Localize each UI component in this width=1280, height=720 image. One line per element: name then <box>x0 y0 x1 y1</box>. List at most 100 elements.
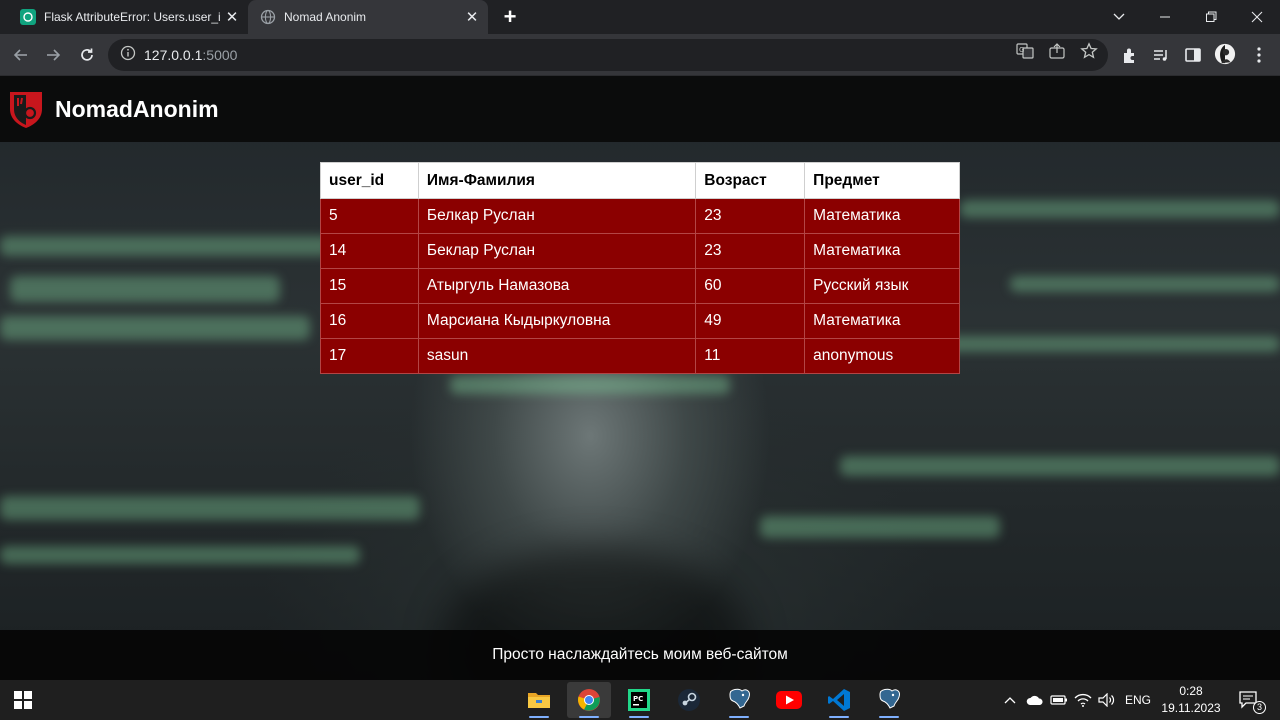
cell-subject: Математика <box>804 233 960 269</box>
back-icon[interactable] <box>8 42 34 68</box>
close-window-icon[interactable] <box>1234 0 1280 34</box>
media-queue-icon[interactable] <box>1150 44 1172 66</box>
tab-nomad-anonim[interactable]: Nomad Anonim ✕ <box>248 0 488 34</box>
onedrive-cloud-icon[interactable] <box>1024 690 1046 710</box>
cell-user-id: 16 <box>320 303 419 339</box>
cell-user-id: 5 <box>320 198 419 234</box>
site-info-icon[interactable] <box>120 45 136 66</box>
system-clock[interactable]: 0:28 19.11.2023 <box>1158 683 1224 717</box>
background-code-glow <box>760 516 1000 538</box>
tab-flask-error[interactable]: Flask AttributeError: Users.user_i ✕ <box>8 0 248 34</box>
site-brand-title: NomadAnonim <box>55 95 219 122</box>
table-row: 17 sasun 11 anonymous <box>320 338 960 374</box>
new-tab-button[interactable]: + <box>498 4 522 29</box>
background-code-glow <box>840 456 1280 476</box>
steam-icon[interactable] <box>667 682 711 718</box>
file-explorer-icon[interactable] <box>517 682 561 718</box>
bookmark-star-icon[interactable] <box>1079 41 1099 61</box>
cell-user-id: 14 <box>320 233 419 269</box>
cell-name: Беклар Руслан <box>417 233 697 269</box>
cell-user-id: 15 <box>320 268 419 304</box>
table-row: 16 Марсиана Кыдыркуловна 49 Математика <box>320 303 960 339</box>
battery-icon[interactable] <box>1048 690 1070 710</box>
clock-date: 19.11.2023 <box>1161 701 1221 715</box>
site-header: NomadAnonim <box>0 76 1280 142</box>
cell-name: Марсиана Кыдыркуловна <box>417 303 697 339</box>
globe-favicon-icon <box>260 9 276 25</box>
language-label: ENG <box>1124 693 1151 707</box>
pycharm-icon[interactable]: PC <box>617 682 661 718</box>
minimize-icon[interactable] <box>1142 0 1188 34</box>
cell-age: 60 <box>695 268 806 304</box>
vscode-icon[interactable] <box>817 682 861 718</box>
cell-name: Атыргуль Намазова <box>417 268 697 304</box>
profile-avatar[interactable] <box>1214 43 1236 65</box>
table-row: 5 Белкар Руслан 23 Математика <box>320 198 960 234</box>
reload-icon[interactable] <box>74 42 100 68</box>
cell-age: 49 <box>695 303 806 339</box>
running-indicator <box>629 716 649 718</box>
column-header-subject: Предмет <box>804 162 960 199</box>
forward-icon[interactable] <box>40 42 66 68</box>
running-indicator <box>729 716 749 718</box>
pgadmin-icon[interactable] <box>867 682 911 718</box>
table-header-row: user_id Имя-Фамилия Возраст Предмет <box>320 162 960 199</box>
url-text: 127.0.0.1:5000 <box>144 47 238 63</box>
tab-search-icon[interactable] <box>1096 0 1142 34</box>
cell-age: 23 <box>695 233 806 269</box>
chrome-icon[interactable] <box>567 682 611 718</box>
side-panel-icon[interactable] <box>1182 44 1204 66</box>
running-indicator <box>529 716 549 718</box>
restore-icon[interactable] <box>1188 0 1234 34</box>
background-code-glow <box>0 496 420 520</box>
menu-kebab-icon[interactable] <box>1248 44 1270 66</box>
background-code-glow <box>0 236 330 256</box>
volume-icon[interactable] <box>1096 690 1118 710</box>
web-page: NomadAnonim user_id Имя-Фамилия Возраст … <box>0 76 1280 680</box>
notification-count-badge: 3 <box>1252 701 1266 714</box>
svg-text:G: G <box>1019 46 1024 54</box>
site-footer: Просто наслаждайтесь моим веб-сайтом <box>0 630 1280 680</box>
pgadmin-icon[interactable] <box>717 682 761 718</box>
background-code-glow <box>10 276 280 302</box>
background-code-glow <box>960 200 1280 218</box>
browser-toolbar: 127.0.0.1:5000 G <box>0 34 1280 76</box>
cell-name: Белкар Руслан <box>417 198 697 234</box>
browser-tab-strip: Flask AttributeError: Users.user_i ✕ Nom… <box>0 0 1280 34</box>
tab-title: Nomad Anonim <box>284 10 367 24</box>
column-header-age: Возраст <box>695 162 806 199</box>
notifications-icon[interactable]: 3 <box>1236 690 1266 714</box>
cell-user-id: 17 <box>320 338 419 374</box>
show-hidden-icons-chevron-icon[interactable] <box>1000 690 1020 710</box>
youtube-icon[interactable] <box>767 682 811 718</box>
clock-time: 0:28 <box>1179 684 1203 698</box>
share-icon[interactable] <box>1047 41 1067 61</box>
close-tab-icon[interactable]: ✕ <box>222 7 242 27</box>
cell-name: sasun <box>417 338 697 374</box>
table-row: 14 Беклар Руслан 23 Математика <box>320 233 960 269</box>
cell-age: 11 <box>695 338 806 374</box>
nomad-shield-logo-icon <box>10 92 42 128</box>
svg-text:PC: PC <box>633 695 643 703</box>
wifi-icon[interactable] <box>1072 690 1094 710</box>
tab-title: Flask AttributeError: Users.user_i <box>44 10 221 24</box>
cell-subject: anonymous <box>804 338 960 374</box>
extensions-icon[interactable] <box>1119 44 1141 66</box>
cell-subject: Русский язык <box>804 268 960 304</box>
column-header-user-id: user_id <box>320 162 419 199</box>
close-tab-icon[interactable]: ✕ <box>462 7 482 27</box>
address-bar[interactable]: 127.0.0.1:5000 <box>108 39 1108 71</box>
language-indicator[interactable]: ENG <box>1122 690 1154 710</box>
translate-icon[interactable]: G <box>1015 41 1035 61</box>
users-table: user_id Имя-Фамилия Возраст Предмет 5 Бе… <box>320 162 960 374</box>
column-header-name: Имя-Фамилия <box>417 162 697 199</box>
background-code-glow <box>0 316 310 340</box>
cell-age: 23 <box>695 198 806 234</box>
windows-start-icon[interactable] <box>14 691 32 709</box>
background-code-glow <box>450 376 730 394</box>
cell-subject: Математика <box>804 198 960 234</box>
windows-taskbar: PC ENG 0:28 19.11.2023 3 <box>0 680 1280 720</box>
background-code-glow <box>0 546 360 564</box>
running-indicator <box>879 716 899 718</box>
running-indicator <box>829 716 849 718</box>
